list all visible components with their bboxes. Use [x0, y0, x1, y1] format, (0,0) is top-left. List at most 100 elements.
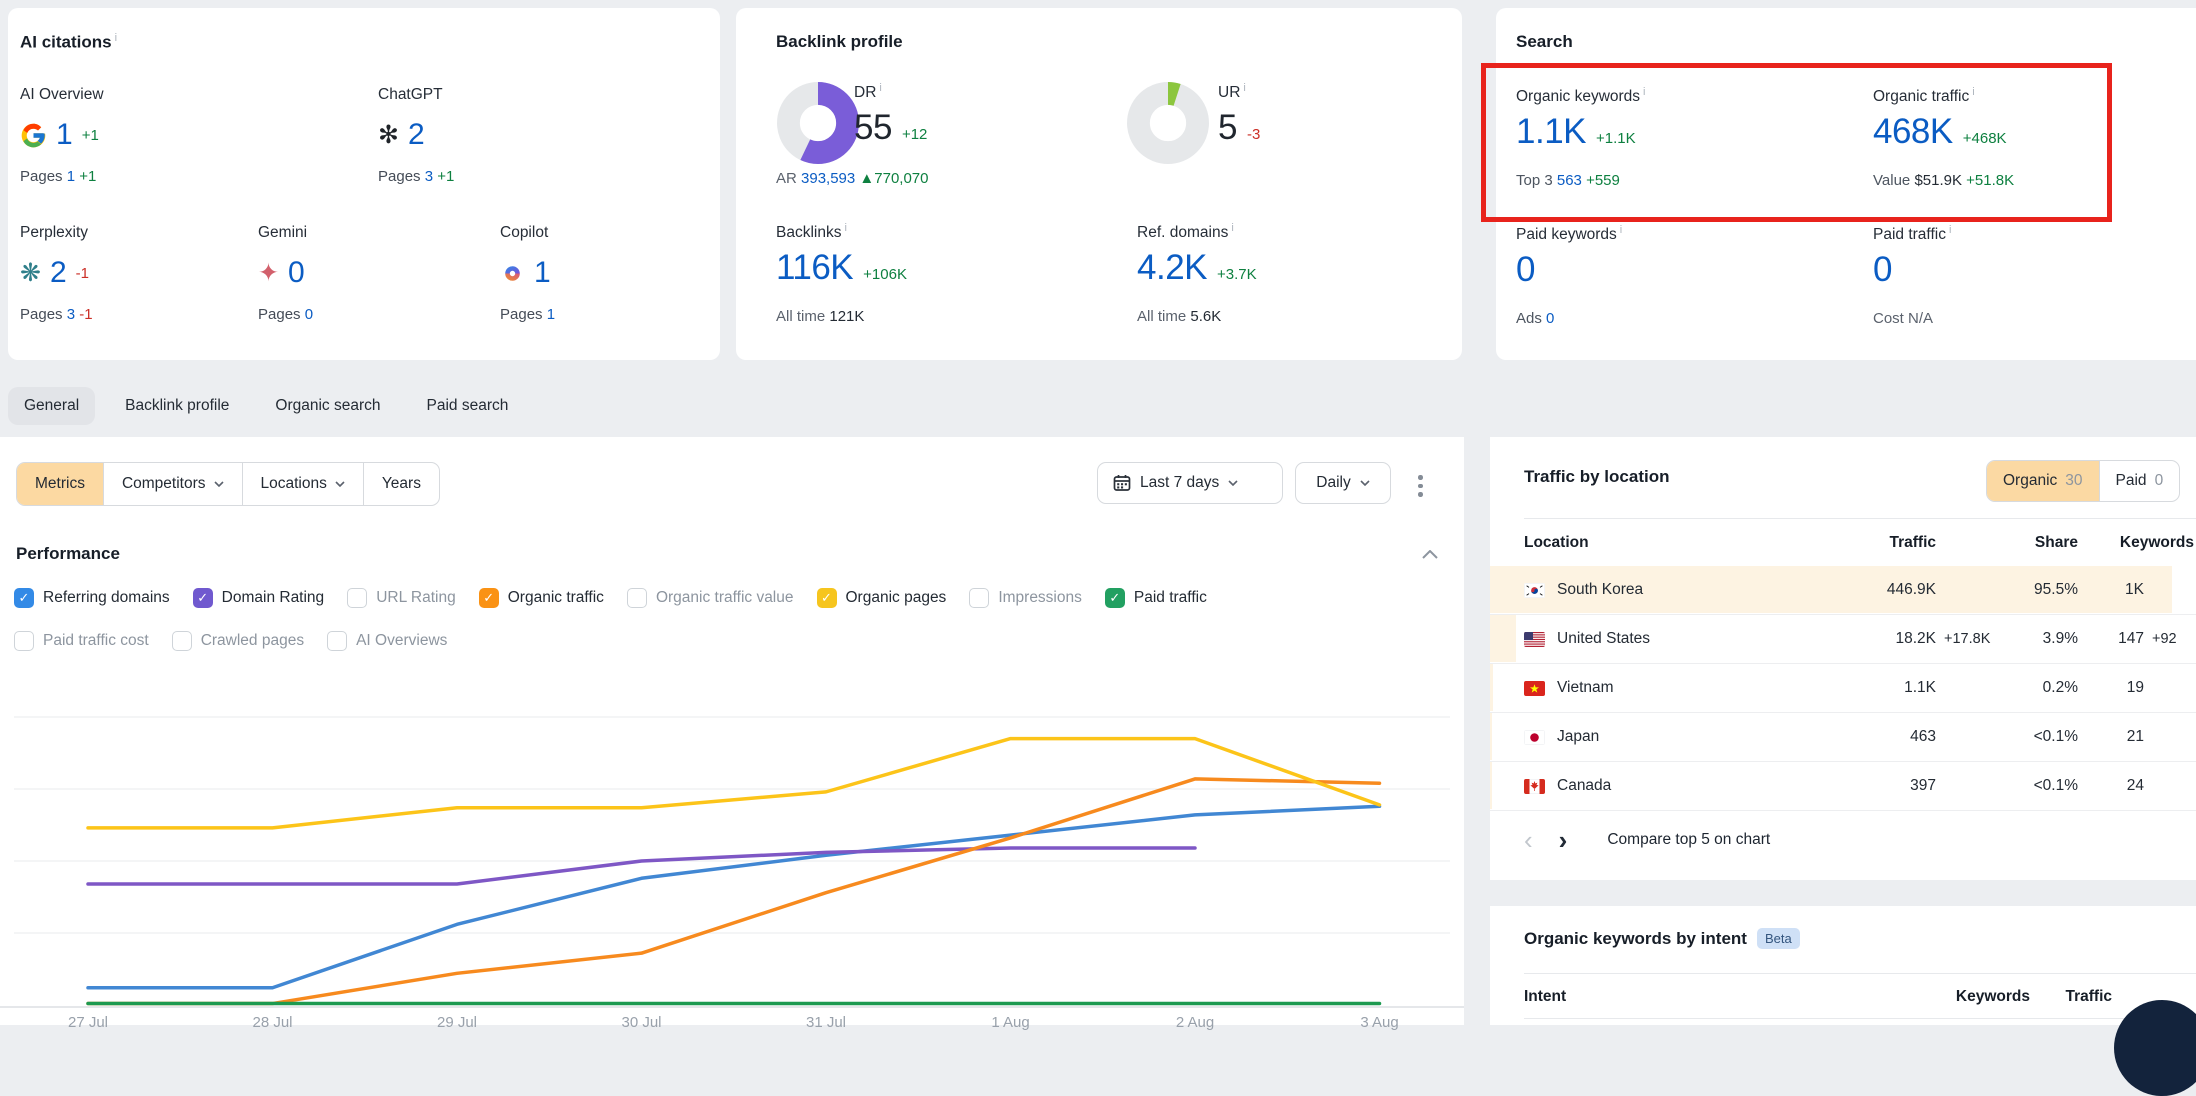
alltime-line: All time 121K: [776, 308, 864, 325]
collapse-section-chevron[interactable]: [1422, 550, 1438, 559]
share-bar: [1490, 615, 1516, 662]
compare-top5-link[interactable]: Compare top 5 on chart: [1607, 831, 1770, 849]
card-title: AI citationsi: [20, 32, 117, 53]
toggle-organic[interactable]: Organic 30: [1987, 461, 2099, 501]
info-icon[interactable]: i: [844, 222, 846, 234]
ur-metric: URi 5 -3: [1218, 82, 1260, 148]
chevron-down-icon: [335, 481, 345, 487]
checkbox-ai-overviews[interactable]: AI Overviews: [327, 631, 447, 651]
info-icon[interactable]: i: [1231, 222, 1233, 234]
toggle-paid[interactable]: Paid 0: [2099, 461, 2180, 501]
checkbox-paid-traffic-cost[interactable]: Paid traffic cost: [14, 631, 149, 651]
metric-change: +12: [902, 126, 927, 143]
more-options-kebab[interactable]: [1414, 471, 1427, 501]
x-axis-label: 3 Aug: [1340, 1014, 1420, 1031]
tab-organic-search[interactable]: Organic search: [259, 387, 396, 425]
divider: [1524, 1018, 2196, 1019]
info-icon[interactable]: i: [1949, 224, 1951, 236]
checkbox-organic-traffic[interactable]: ✓Organic traffic: [479, 588, 604, 608]
perplexity-metric: Perplexity ❋ 2 -1 Pages 3 -1: [20, 224, 250, 323]
performance-line-chart[interactable]: 27 Jul28 Jul29 Jul30 Jul31 Jul1 Aug2 Aug…: [0, 695, 1464, 1025]
flag-vietnam-icon: [1524, 681, 1545, 696]
share-bar: [1490, 713, 1492, 760]
filter-metrics[interactable]: Metrics: [17, 463, 104, 505]
tab-general[interactable]: General: [8, 387, 95, 425]
flag-canada-icon: [1524, 779, 1545, 794]
flag-japan-icon: [1524, 730, 1545, 745]
metric-value: 1: [56, 118, 73, 152]
x-axis-label: 1 Aug: [971, 1014, 1051, 1031]
gemini-icon: ✦: [258, 261, 279, 286]
ar-line: AR 393,593 ▲770,070: [776, 170, 929, 187]
checkbox-crawled-pages[interactable]: Crawled pages: [172, 631, 304, 651]
info-icon[interactable]: i: [1620, 224, 1622, 236]
checkbox-impressions[interactable]: Impressions: [969, 588, 1082, 608]
ai-overview-metric: AI Overview 1 +1 Pages 1 +1: [20, 86, 250, 185]
share-bar: [1490, 664, 1493, 711]
checkbox-organic-traffic-value[interactable]: Organic traffic value: [627, 588, 794, 608]
checkbox-organic-pages[interactable]: ✓Organic pages: [817, 588, 947, 608]
tab-paid-search[interactable]: Paid search: [411, 387, 525, 425]
beta-badge: Beta: [1757, 928, 1800, 949]
x-axis-label: 28 Jul: [233, 1014, 313, 1031]
date-range-button[interactable]: Last 7 days: [1097, 462, 1283, 504]
metric-change: -1: [76, 265, 89, 282]
table-row[interactable]: South Korea 446.9K 95.5% 1K: [1490, 566, 2196, 615]
filter-competitors[interactable]: Competitors: [104, 463, 243, 505]
metric-change: +3.7K: [1217, 266, 1257, 283]
flag-united-states-icon: [1524, 632, 1545, 647]
x-axis-label: 27 Jul: [48, 1014, 128, 1031]
filter-locations[interactable]: Locations: [243, 463, 364, 505]
cost-line: Cost N/A: [1873, 310, 1933, 327]
info-icon[interactable]: i: [115, 32, 117, 44]
table-row[interactable]: United States 18.2K +17.8K 3.9% 147 +92: [1490, 615, 2196, 664]
metric-value[interactable]: 116K: [776, 248, 853, 288]
openai-icon: ✻: [378, 123, 399, 148]
table-row[interactable]: Canada 397 <0.1% 24: [1490, 762, 2196, 811]
pages-line: Pages 3 -1: [20, 306, 250, 323]
dr-donut-chart: [775, 80, 861, 166]
checkbox-url-rating[interactable]: URL Rating: [347, 588, 456, 608]
metric-change: +1: [82, 127, 99, 144]
perplexity-icon: ❋: [20, 261, 41, 286]
next-page-chevron-icon[interactable]: ›: [1559, 827, 1568, 853]
section-title: Traffic by location: [1524, 467, 1669, 487]
traffic-by-location-panel: Traffic by location Organic 30 Paid 0 Lo…: [1490, 437, 2196, 880]
alltime-line: All time 5.6K: [1137, 308, 1221, 325]
checkbox-domain-rating[interactable]: ✓Domain Rating: [193, 588, 325, 608]
metric-value: 1: [534, 256, 551, 290]
table-header: Intent Keywords Traffic: [1490, 976, 2196, 1018]
flag-south-korea-icon: [1524, 583, 1545, 598]
filter-years[interactable]: Years: [364, 463, 439, 505]
checkbox-referring-domains[interactable]: ✓Referring domains: [14, 588, 170, 608]
copilot-icon: [500, 261, 525, 286]
table-row[interactable]: Vietnam 1.1K 0.2% 19: [1490, 664, 2196, 713]
x-axis-label: 29 Jul: [417, 1014, 497, 1031]
pages-line: Pages 1 +1: [20, 168, 250, 185]
card-title: Backlink profile: [776, 32, 903, 52]
ref-domains-metric: Ref. domainsi 4.2K +3.7K: [1137, 222, 1257, 288]
granularity-button[interactable]: Daily: [1295, 462, 1391, 504]
backlink-profile-card: Backlink profile DRi 55 +12 AR 393,593 ▲…: [736, 8, 1462, 360]
chat-widget-button[interactable]: [2114, 1000, 2196, 1096]
info-icon[interactable]: i: [1243, 82, 1245, 94]
location-pagination: ‹ › Compare top 5 on chart: [1524, 827, 1770, 853]
table-row[interactable]: Japan 463 <0.1% 21: [1490, 713, 2196, 762]
organic-keywords-by-intent-panel: Organic keywords by intent Beta Intent K…: [1490, 906, 2196, 1025]
ai-citations-card: AI citationsi AI Overview 1 +1 Pages 1 +…: [8, 8, 720, 360]
backlinks-metric: Backlinksi 116K +106K: [776, 222, 907, 288]
pages-line: Pages 3 +1: [378, 168, 608, 185]
chevron-down-icon: [1228, 480, 1238, 486]
section-title: Performance: [16, 544, 120, 564]
prev-page-chevron-icon[interactable]: ‹: [1524, 827, 1533, 853]
tab-backlink-profile[interactable]: Backlink profile: [109, 387, 245, 425]
chevron-down-icon: [214, 481, 224, 487]
info-icon[interactable]: i: [879, 82, 881, 94]
x-axis-label: 2 Aug: [1155, 1014, 1235, 1031]
checkbox-paid-traffic[interactable]: ✓Paid traffic: [1105, 588, 1207, 608]
google-icon: [20, 122, 47, 149]
gemini-metric: Gemini ✦ 0 Pages 0: [258, 224, 488, 323]
calendar-icon: [1113, 474, 1131, 492]
metric-value[interactable]: 4.2K: [1137, 248, 1207, 288]
pages-line: Pages 1: [500, 306, 730, 323]
